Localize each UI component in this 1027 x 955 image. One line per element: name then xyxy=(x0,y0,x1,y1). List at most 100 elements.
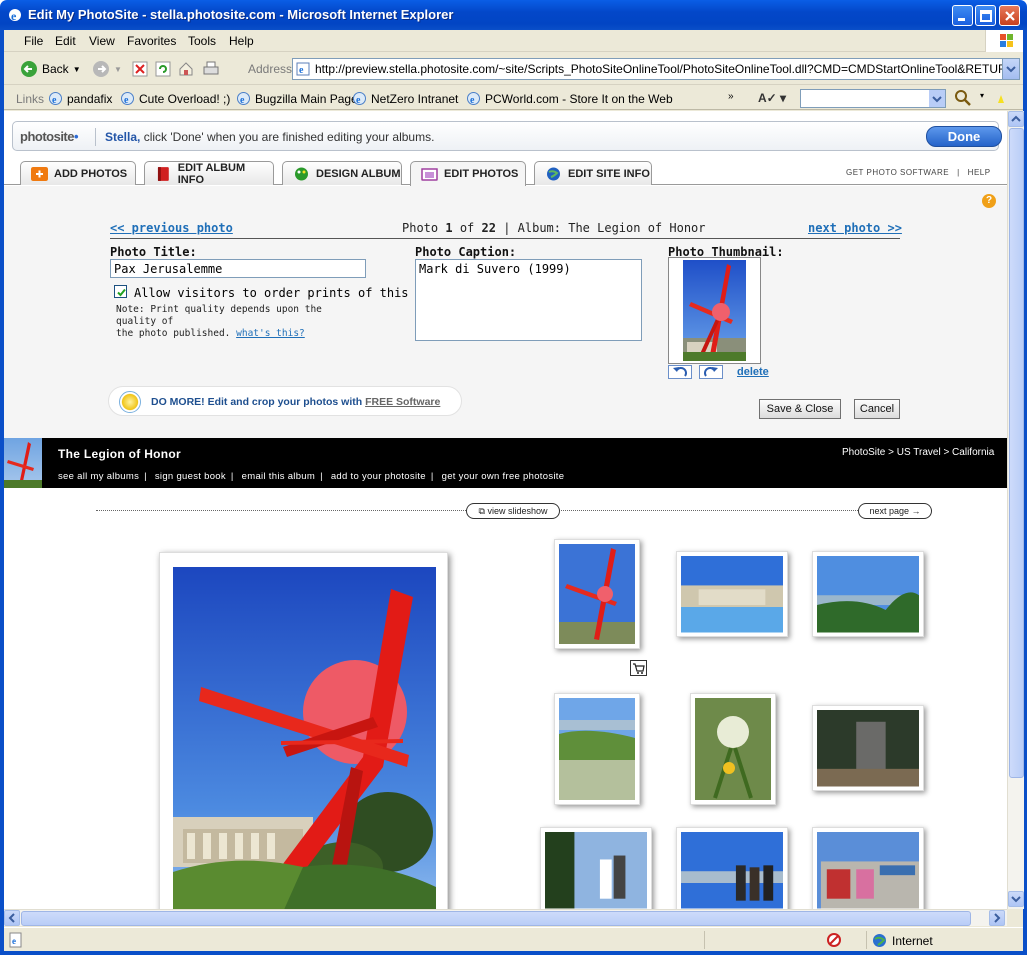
print-button[interactable] xyxy=(202,59,220,79)
thumb-sculpture-image xyxy=(559,544,635,644)
gallery-thumb-9[interactable] xyxy=(812,827,924,909)
maximize-button[interactable] xyxy=(975,5,996,26)
add-to-photosite-link[interactable]: add to your photosite xyxy=(331,471,426,482)
tab-edit-site-info[interactable]: EDIT SITE INFO xyxy=(534,161,652,185)
link-bugzilla[interactable]: e Bugzilla Main Page xyxy=(236,91,358,106)
free-software-link[interactable]: FREE Software xyxy=(365,396,440,408)
email-album-link[interactable]: email this album xyxy=(242,471,315,482)
gallery-thumb-2[interactable] xyxy=(676,551,788,637)
shopping-cart-icon[interactable] xyxy=(630,660,647,676)
header-divider xyxy=(95,128,96,146)
popup-blocked-icon[interactable] xyxy=(826,932,844,948)
help-question-icon[interactable]: ? xyxy=(982,194,996,208)
svg-text:e: e xyxy=(124,95,129,106)
search-dropdown-icon[interactable] xyxy=(929,90,945,107)
next-photo-link[interactable]: next photo >> xyxy=(808,221,902,235)
gallery-thumb-7[interactable] xyxy=(540,827,652,909)
tab-add-photos[interactable]: ADD PHOTOS xyxy=(20,161,136,185)
horizontal-scrollbar[interactable] xyxy=(4,909,1007,926)
tab-design-album[interactable]: DESIGN ALBUM xyxy=(282,161,402,185)
link-pcworld[interactable]: e PCWorld.com - Store It on the Web xyxy=(466,91,673,106)
gallery-thumb-6[interactable] xyxy=(812,705,924,791)
tab-edit-album-info[interactable]: EDIT ALBUM INFO xyxy=(144,161,274,186)
stop-button[interactable] xyxy=(132,59,148,79)
rotate-left-button[interactable] xyxy=(668,365,692,379)
photo-position: Photo 1 of 22 | Album: The Legion of Hon… xyxy=(402,221,706,235)
cancel-button[interactable]: Cancel xyxy=(854,399,900,419)
home-button[interactable] xyxy=(178,59,194,79)
link-netzero[interactable]: e NetZero Intranet xyxy=(352,91,458,106)
search-icon[interactable] xyxy=(954,89,972,107)
minimize-button[interactable] xyxy=(952,5,973,26)
scroll-right-icon[interactable] xyxy=(989,910,1005,926)
scroll-down-icon[interactable] xyxy=(1008,891,1024,907)
globe-icon xyxy=(547,167,560,180)
done-button[interactable]: Done xyxy=(926,126,1002,147)
address-dropdown-icon[interactable] xyxy=(1002,59,1019,79)
delete-photo-link[interactable]: delete xyxy=(737,366,769,378)
menu-tools[interactable]: Tools xyxy=(188,34,216,48)
allow-prints-checkbox[interactable] xyxy=(114,285,127,298)
svg-text:e: e xyxy=(240,95,245,106)
chevron-more-icon[interactable]: » xyxy=(728,91,734,102)
tab-edit-photos[interactable]: EDIT PHOTOS xyxy=(410,161,526,186)
window-title: Edit My PhotoSite - stella.photosite.com… xyxy=(28,7,454,22)
gallery-thumb-5[interactable] xyxy=(690,693,776,805)
scroll-up-icon[interactable] xyxy=(1008,111,1024,127)
title-bar[interactable]: e Edit My PhotoSite - stella.photosite.c… xyxy=(0,0,1027,30)
help-link[interactable]: HELP xyxy=(968,168,991,177)
save-close-button[interactable]: Save & Close xyxy=(759,399,841,419)
sign-guest-book-link[interactable]: sign guest book xyxy=(155,471,226,482)
back-dropdown-icon[interactable]: ▼ xyxy=(73,65,81,74)
album-icon xyxy=(4,438,42,488)
vertical-scroll-thumb[interactable] xyxy=(1009,128,1024,778)
highlight-icon[interactable] xyxy=(996,93,1006,105)
do-more-banner[interactable]: DO MORE! Edit and crop your photos with … xyxy=(108,386,462,416)
main-photo[interactable] xyxy=(159,552,448,909)
thumb-artwear-sign-image xyxy=(817,832,919,909)
horizontal-scroll-thumb[interactable] xyxy=(21,911,971,926)
link-pandafix[interactable]: e pandafix xyxy=(48,91,112,106)
view-slideshow-button[interactable]: ⧉ view slideshow xyxy=(466,503,560,519)
spellcheck-icon[interactable]: A✓ ▾ xyxy=(758,91,786,105)
refresh-button[interactable] xyxy=(155,59,171,79)
get-free-photosite-link[interactable]: get your own free photosite xyxy=(442,471,565,482)
search-options-icon[interactable]: ▾ xyxy=(980,91,984,100)
toolbar-search-input[interactable] xyxy=(800,89,946,108)
gallery-thumb-8[interactable] xyxy=(676,827,788,909)
get-photo-software-link[interactable]: GET PHOTO SOFTWARE xyxy=(846,168,949,177)
see-all-albums-link[interactable]: see all my albums xyxy=(58,471,139,482)
forward-button[interactable]: ▼ xyxy=(92,59,122,79)
next-page-button[interactable]: next page → xyxy=(858,503,932,519)
thumb-plant-closeup-image xyxy=(695,698,771,800)
menu-help[interactable]: Help xyxy=(229,34,254,48)
link-cute-overload[interactable]: e Cute Overload! ;) xyxy=(120,91,230,106)
back-arrow-icon xyxy=(21,61,37,77)
vertical-scrollbar[interactable] xyxy=(1007,111,1024,909)
forward-dropdown-icon[interactable]: ▼ xyxy=(114,65,122,74)
close-button[interactable] xyxy=(999,5,1020,26)
page-icon: e xyxy=(296,62,310,76)
address-value: http://preview.stella.photosite.com/~sit… xyxy=(315,62,1020,76)
sculpture-thumbnail-image xyxy=(683,260,746,361)
whats-this-link[interactable]: what's this? xyxy=(236,328,305,339)
photo-total: 22 xyxy=(481,221,496,235)
header-message: Stella, click 'Done' when you are finish… xyxy=(105,130,435,144)
address-field[interactable]: e http://preview.stella.photosite.com/~s… xyxy=(292,58,1020,80)
menu-favorites[interactable]: Favorites xyxy=(127,34,176,48)
photo-title-input[interactable]: Pax Jerusalemme xyxy=(110,259,366,278)
gallery-thumb-3[interactable] xyxy=(812,551,924,637)
photo-caption-textarea[interactable]: Mark di Suvero (1999) xyxy=(415,259,642,341)
menu-file[interactable]: File xyxy=(24,34,43,48)
rotate-right-button[interactable] xyxy=(699,365,723,379)
back-button[interactable]: Back ▼ xyxy=(20,59,81,79)
gallery-thumb-4[interactable] xyxy=(554,693,640,805)
previous-photo-link[interactable]: << previous photo xyxy=(110,221,233,235)
menu-edit[interactable]: Edit xyxy=(55,34,76,48)
menu-view[interactable]: View xyxy=(89,34,115,48)
svg-text:e: e xyxy=(52,95,57,106)
album-breadcrumb[interactable]: PhotoSite > US Travel > California xyxy=(842,447,994,458)
gallery-thumb-1[interactable] xyxy=(554,539,640,649)
scroll-left-icon[interactable] xyxy=(4,910,20,926)
photosite-header: photosite• Stella, click 'Done' when you… xyxy=(12,121,1002,151)
